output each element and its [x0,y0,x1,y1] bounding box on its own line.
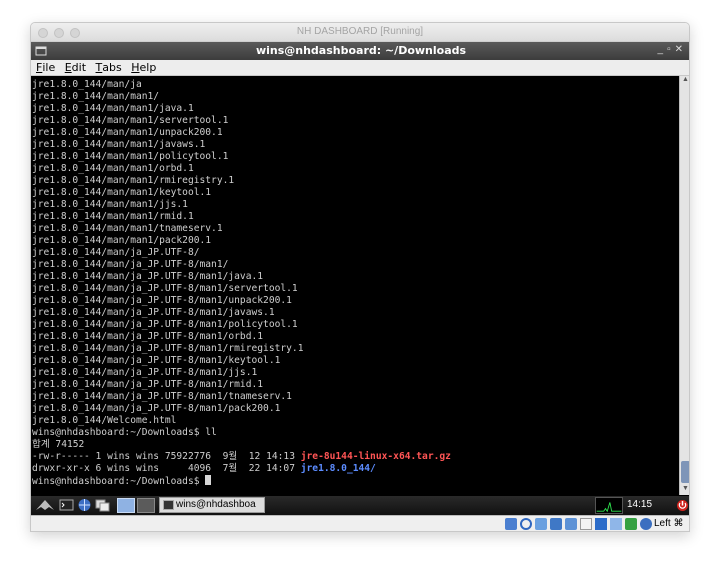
optical-drive-icon[interactable] [520,518,532,530]
listing-meta: drwxr-xr-x 6 wins wins 4096 7월 22 14:07 [32,463,301,474]
terminal-line: jre1.8.0_144/man/ja_JP.UTF-8/man1/javaws… [32,307,275,318]
menu-help[interactable]: Help [131,61,156,74]
desktop-1-icon[interactable] [117,498,135,513]
lxde-panel: wins@nhdashboa 14:15 Left ⌘ [31,496,689,531]
video-capture-icon[interactable] [610,518,622,530]
terminal-line: jre1.8.0_144/man/man1/tnameserv.1 [32,223,223,234]
terminal-line: jre1.8.0_144/man/ja_JP.UTF-8/man1/ [32,259,229,270]
minimize-icon[interactable]: _ [658,44,668,55]
terminal-line: jre1.8.0_144/man/ja_JP.UTF-8/man1/policy… [32,319,298,330]
terminal-menubar: File Edit Tabs Help [31,60,689,76]
scroll-down-icon[interactable]: ▼ [680,485,689,495]
power-icon[interactable] [676,498,689,512]
virtualbox-title: NH DASHBOARD [Running] [296,26,424,37]
terminal-line: jre1.8.0_144/man/man1/rmid.1 [32,211,194,222]
files-launcher-icon[interactable] [95,498,110,512]
taskbar-terminal-button[interactable]: wins@nhdashboa [159,497,265,513]
browser-launcher-icon[interactable] [77,498,92,512]
terminal-line: 합계 74152 [32,439,85,450]
terminal-line: jre1.8.0_144/man/ja_JP.UTF-8/man1/java.1 [32,271,264,282]
listing-meta: -rw-r----- 1 wins wins 75922776 9월 12 14… [32,451,301,462]
terminal-scrollbar[interactable]: ▲ ▼ [679,76,689,495]
taskbar: wins@nhdashboa 14:15 [31,496,689,515]
start-menu-icon[interactable] [35,498,55,512]
usb-icon[interactable] [565,518,577,530]
terminal-launcher-icon[interactable] [59,498,74,512]
guest-screen[interactable]: wins@nhdashboard: ~/Downloads _▫✕ File E… [31,42,689,531]
terminal-line: jre1.8.0_144/man/man1/policytool.1 [32,151,229,162]
terminal-titlebar[interactable]: wins@nhdashboard: ~/Downloads _▫✕ [31,42,689,60]
terminal-line: jre1.8.0_144/man/man1/ [32,91,160,102]
shell-prompt: wins@nhdashboard:~/Downloads$ [32,476,206,487]
terminal-line: jre1.8.0_144/man/man1/servertool.1 [32,115,229,126]
window-controls: _▫✕ [658,44,688,55]
terminal-task-icon [163,500,174,510]
host-key-label: Left ⌘ [654,518,684,529]
terminal-output[interactable]: jre1.8.0_144/man/ja jre1.8.0_144/man/man1… [31,76,679,495]
prompt-line[interactable]: wins@nhdashboard:~/Downloads$ [32,475,679,487]
terminal-line: jre1.8.0_144/man/ja_JP.UTF-8/man1/unpack… [32,295,292,306]
terminal-line: jre1.8.0_144/man/man1/javaws.1 [32,139,206,150]
close-icon[interactable]: ✕ [675,44,687,55]
text-cursor [205,475,212,485]
terminal-line: jre1.8.0_144/man/ja_JP.UTF-8/man1/tnames… [32,391,292,402]
listing-row: drwxr-xr-x 6 wins wins 4096 7월 22 14:07 … [32,463,679,475]
desktop-2-icon[interactable] [137,498,155,513]
vt-x-icon[interactable] [625,518,637,530]
virtualbox-titlebar: NH DASHBOARD [Running] [31,23,689,42]
terminal-line: jre1.8.0_144/Welcome.html [32,415,177,426]
menu-file[interactable]: File [36,61,55,74]
maximize-icon[interactable]: ▫ [667,44,675,55]
menu-edit[interactable]: Edit [65,61,86,74]
terminal-line: jre1.8.0_144/man/ja_JP.UTF-8/ [32,247,200,258]
shared-folder-icon[interactable] [580,518,592,530]
menu-tabs[interactable]: Tabs [96,61,122,74]
terminal-line: jre1.8.0_144/man/ja_JP.UTF-8/man1/jjs.1 [32,367,258,378]
listing-row: -rw-r----- 1 wins wins 75922776 9월 12 14… [32,451,679,463]
virtualbox-window: NH DASHBOARD [Running] wins@nhdashboard:… [30,22,690,532]
terminal-line: jre1.8.0_144/man/ja_JP.UTF-8/man1/orbd.1 [32,331,264,342]
terminal-line: jre1.8.0_144/man/ja_JP.UTF-8/man1/pack20… [32,403,281,414]
terminal-line: jre1.8.0_144/man/man1/unpack200.1 [32,127,223,138]
listing-filename: jre-8u144-linux-x64.tar.gz [300,451,451,462]
mouse-integration-icon[interactable] [640,518,652,530]
scroll-thumb[interactable] [681,461,689,483]
terminal-line: jre1.8.0_144/man/ja [32,79,142,90]
network-icon[interactable] [550,518,562,530]
harddisk-icon[interactable] [505,518,517,530]
terminal-line: jre1.8.0_144/man/ja_JP.UTF-8/man1/keytoo… [32,355,281,366]
audio-icon[interactable] [535,518,547,530]
terminal-line: jre1.8.0_144/man/ja_JP.UTF-8/man1/rmireg… [32,343,304,354]
listing-filename: jre1.8.0_144/ [300,463,376,474]
display-icon[interactable] [595,518,607,530]
terminal-line: jre1.8.0_144/man/ja_JP.UTF-8/man1/server… [32,283,298,294]
terminal-line: jre1.8.0_144/man/ja_JP.UTF-8/man1/rmid.1 [32,379,264,390]
terminal-line: wins@nhdashboard:~/Downloads$ ll [32,427,217,438]
cpu-monitor [595,497,623,514]
terminal-line: jre1.8.0_144/man/man1/java.1 [32,103,194,114]
terminal-line: jre1.8.0_144/man/man1/orbd.1 [32,163,194,174]
terminal-line: jre1.8.0_144/man/man1/pack200.1 [32,235,212,246]
terminal-line: jre1.8.0_144/man/man1/rmiregistry.1 [32,175,235,186]
terminal-line: jre1.8.0_144/man/man1/keytool.1 [32,187,212,198]
terminal-line: jre1.8.0_144/man/man1/jjs.1 [32,199,188,210]
panel-clock[interactable]: 14:15 [627,499,652,510]
terminal-title: wins@nhdashboard: ~/Downloads [255,44,467,57]
scroll-up-icon[interactable]: ▲ [680,76,689,86]
virtualbox-statusbar: Left ⌘ [31,515,689,531]
